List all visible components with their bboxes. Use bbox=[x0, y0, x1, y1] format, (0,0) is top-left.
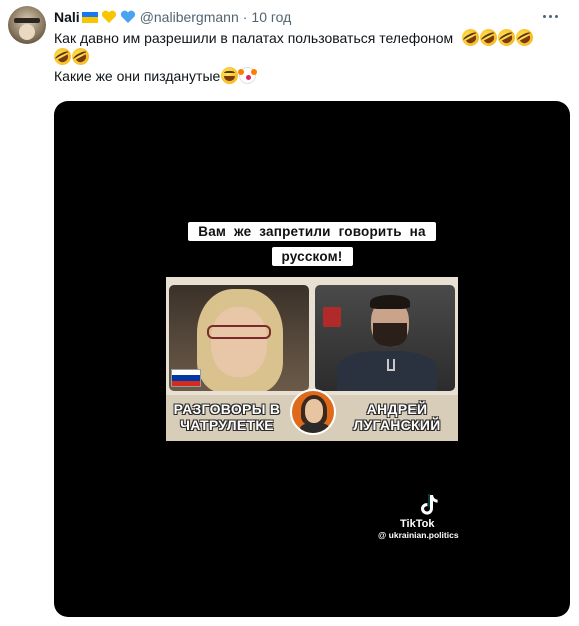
video-banner: РАЗГОВОРЫ В ЧАТРУЛЕТКЕ АНДРЕЙ ЛУГАНСКИЙ bbox=[166, 389, 458, 441]
right-webcam bbox=[315, 285, 455, 391]
glasses bbox=[207, 325, 271, 339]
channel-logo bbox=[290, 389, 336, 435]
shelf-decoration bbox=[323, 307, 341, 327]
tweet[interactable]: Nali @nalibergmann · 10 год Как давно им… bbox=[0, 0, 579, 626]
tweet-header: Nali @nalibergmann · 10 год bbox=[54, 8, 291, 26]
avatar-band bbox=[14, 18, 40, 23]
avatar-face bbox=[19, 24, 35, 40]
rofl-icon bbox=[51, 45, 74, 68]
tweet-line-1: Как давно им разрешили в палатах пользов… bbox=[54, 26, 569, 49]
tiktok-watermark: TikTok @ ukrainian.politics bbox=[378, 493, 486, 543]
trident-icon bbox=[387, 359, 395, 371]
clown-icon bbox=[238, 67, 257, 84]
tiktok-logo-icon bbox=[421, 494, 438, 515]
tiktok-handle: @ ukrainian.politics bbox=[378, 530, 459, 540]
rofl-icon bbox=[69, 45, 92, 68]
caption-text-1: Вам же запретили говорить на bbox=[188, 222, 436, 241]
man-body bbox=[337, 351, 437, 391]
more-options-icon[interactable] bbox=[538, 8, 562, 24]
tiktok-brand: TikTok bbox=[400, 518, 435, 530]
man-hair bbox=[370, 295, 410, 309]
timestamp[interactable]: 10 год bbox=[251, 9, 291, 25]
banner-right-text: АНДРЕЙ ЛУГАНСКИЙ bbox=[353, 401, 441, 433]
separator-dot: · bbox=[242, 9, 248, 25]
avatar[interactable] bbox=[8, 6, 46, 44]
tweet-text: Как давно им разрешили в палатах пользов… bbox=[51, 26, 569, 86]
video-caption-line-1: Вам же запретили говорить на bbox=[54, 222, 570, 241]
display-name[interactable]: Nali bbox=[54, 9, 80, 25]
banner-left-text: РАЗГОВОРЫ В ЧАТРУЛЕТКЕ bbox=[173, 401, 281, 433]
user-handle[interactable]: @nalibergmann bbox=[140, 9, 239, 25]
tweet-text-line-3: Какие же они пизданутые bbox=[54, 68, 221, 84]
rofl-icon bbox=[513, 26, 537, 49]
tweet-line-3: Какие же они пизданутые bbox=[54, 67, 569, 86]
ukraine-flag-icon bbox=[81, 11, 98, 23]
caption-text-2: русском! bbox=[271, 247, 353, 266]
video-frame: РАЗГОВОРЫ В ЧАТРУЛЕТКЕ АНДРЕЙ ЛУГАНСКИЙ bbox=[166, 277, 458, 441]
video-caption-line-2: русском! bbox=[54, 247, 570, 266]
tweet-line-2 bbox=[51, 45, 569, 68]
left-webcam bbox=[169, 285, 309, 391]
russia-flag-icon bbox=[171, 369, 201, 387]
blue-heart-icon bbox=[120, 10, 135, 23]
tweet-text-line-1: Как давно им разрешили в палатах пользов… bbox=[54, 30, 454, 46]
woman-face bbox=[211, 307, 267, 377]
grinning-squinting-icon bbox=[221, 67, 239, 84]
yellow-heart-icon bbox=[101, 10, 116, 23]
man-beard bbox=[373, 323, 407, 347]
video-player[interactable]: Вам же запретили говорить на русском! РА bbox=[54, 101, 570, 617]
